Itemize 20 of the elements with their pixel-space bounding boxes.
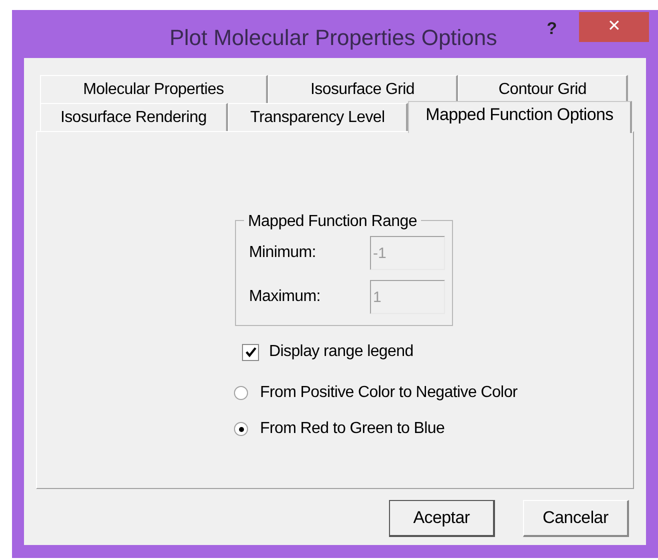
radio-label: From Red to Green to Blue [260, 419, 445, 439]
dialog-button[interactable]: Aceptar [389, 500, 495, 537]
tab[interactable]: Mapped Function Options [408, 101, 632, 133]
close-button[interactable]: ✕ [579, 12, 649, 42]
tab[interactable]: Contour Grid [458, 75, 628, 103]
checkbox-label: Display range legend [269, 342, 414, 362]
dialog-button[interactable]: Cancelar [523, 500, 629, 537]
radio-button[interactable] [234, 422, 248, 436]
tab[interactable]: Transparency Level [228, 103, 408, 131]
radio-label: From Positive Color to Negative Color [260, 383, 518, 403]
tab[interactable]: Isosurface Grid [268, 75, 458, 103]
check-icon [244, 346, 256, 358]
window-title: Plot Molecular Properties Options [169, 24, 498, 52]
tab[interactable]: Molecular Properties [40, 75, 268, 103]
radio-button[interactable] [234, 386, 248, 400]
field-label: Maximum: [249, 287, 322, 307]
checkbox[interactable] [242, 344, 259, 360]
help-button[interactable]: ? [542, 16, 561, 42]
field-label: Minimum: [249, 243, 317, 263]
tab[interactable]: Isosurface Rendering [40, 103, 228, 131]
